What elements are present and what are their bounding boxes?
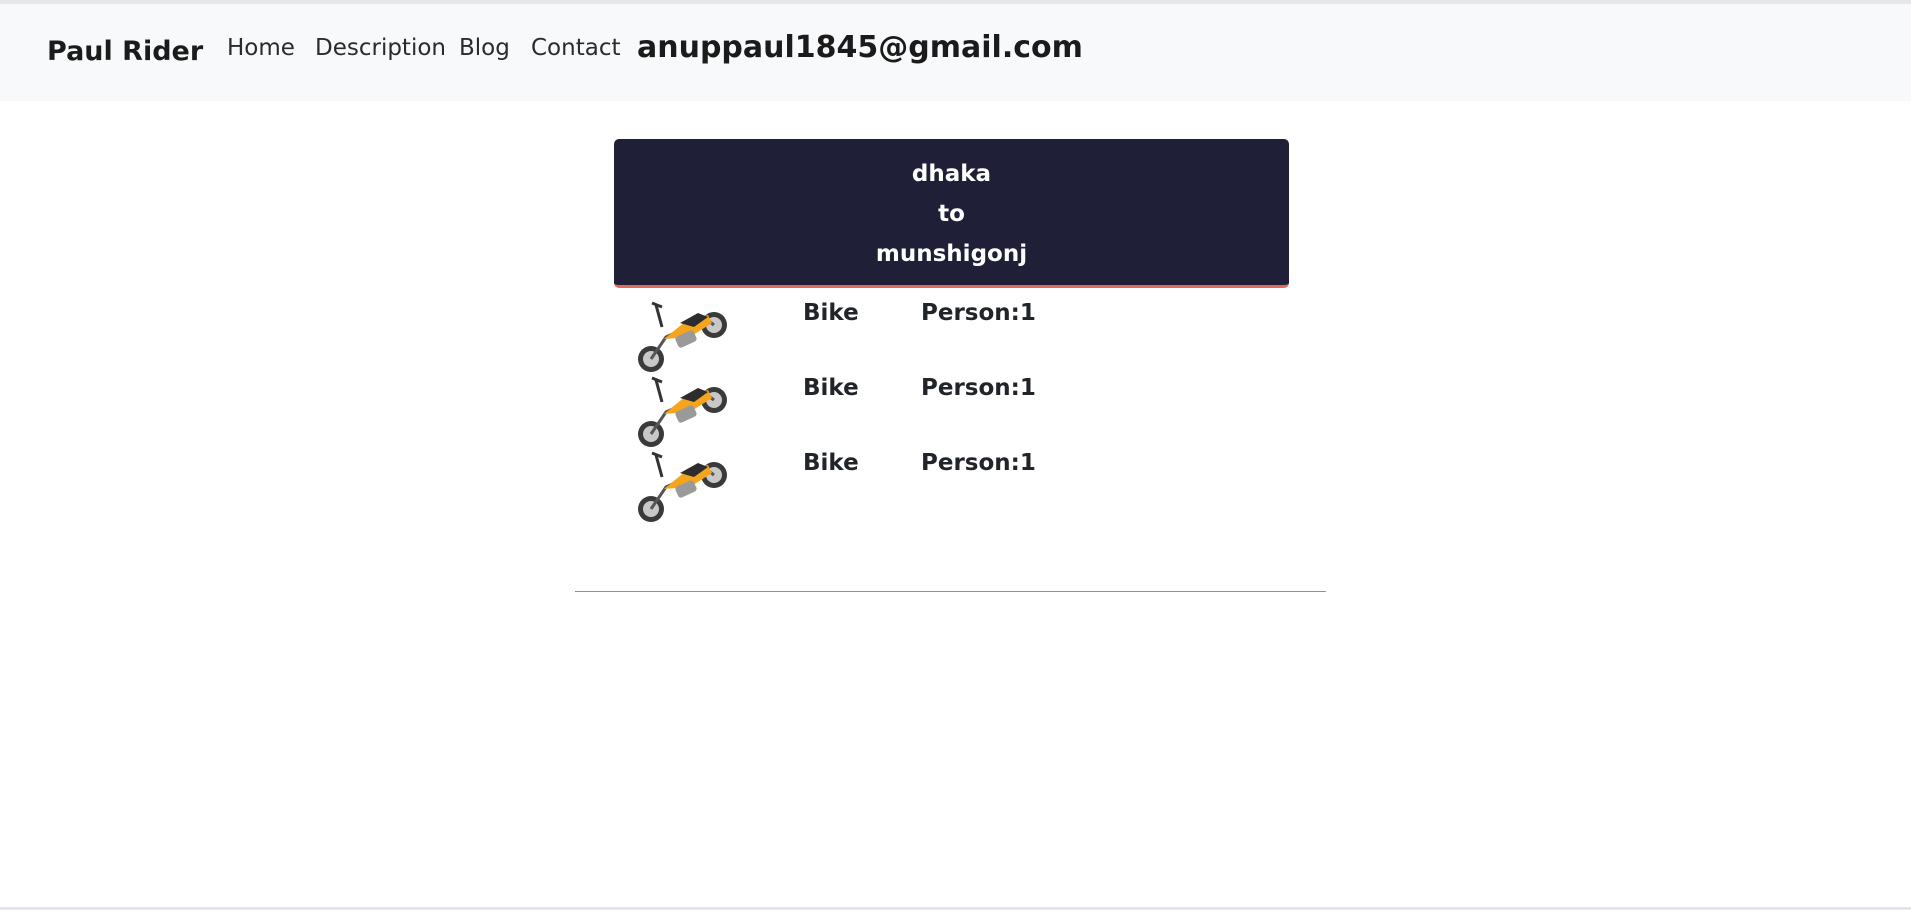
route-origin: dhaka (911, 161, 992, 187)
nav-user-email[interactable]: anuppaul1845@gmail.com (637, 30, 1083, 65)
ride-vehicle-type: Bike (803, 375, 859, 401)
brand-logo-text[interactable]: Paul Rider (47, 36, 203, 67)
nav-link-contact[interactable]: Contact (531, 35, 620, 61)
route-header-card: dhaka to munshigonj (614, 139, 1289, 288)
nav-link-blog[interactable]: Blog (459, 35, 510, 61)
section-divider (575, 591, 1326, 592)
route-destination: munshigonj (875, 241, 1028, 267)
navbar: Paul Rider Home Description Blog Contact… (0, 4, 1911, 101)
motorcycle-icon (636, 372, 732, 450)
ride-vehicle-type: Bike (803, 450, 859, 476)
ride-row[interactable]: Bike Person:1 (636, 447, 1136, 522)
ride-person-count: Person:1 (921, 450, 1036, 476)
ride-vehicle-type: Bike (803, 300, 859, 326)
motorcycle-icon (636, 447, 732, 525)
motorcycle-icon (636, 297, 732, 375)
ride-person-count: Person:1 (921, 300, 1036, 326)
route-connector: to (938, 201, 965, 227)
ride-row[interactable]: Bike Person:1 (636, 372, 1136, 447)
nav-link-home[interactable]: Home (227, 35, 295, 61)
nav-link-description[interactable]: Description (315, 35, 446, 61)
ride-person-count: Person:1 (921, 375, 1036, 401)
ride-row[interactable]: Bike Person:1 (636, 297, 1136, 372)
